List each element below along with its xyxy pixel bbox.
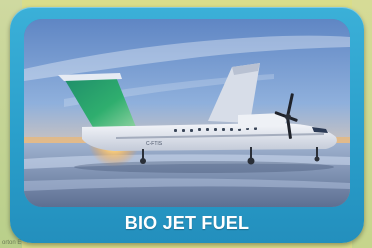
aircraft-shadow — [74, 161, 334, 173]
airplane-image: C-FTIS — [24, 19, 350, 207]
corner-label: orton E — [2, 240, 22, 246]
page: C-FTIS BIO JET FUEL orton E — [0, 0, 372, 248]
propeller-hub — [285, 114, 291, 120]
aircraft-registration: C-FTIS — [146, 141, 163, 147]
card-caption: BIO JET FUEL — [124, 213, 250, 233]
ground — [24, 143, 350, 207]
bio-jet-fuel-card[interactable]: C-FTIS BIO JET FUEL — [10, 7, 364, 243]
